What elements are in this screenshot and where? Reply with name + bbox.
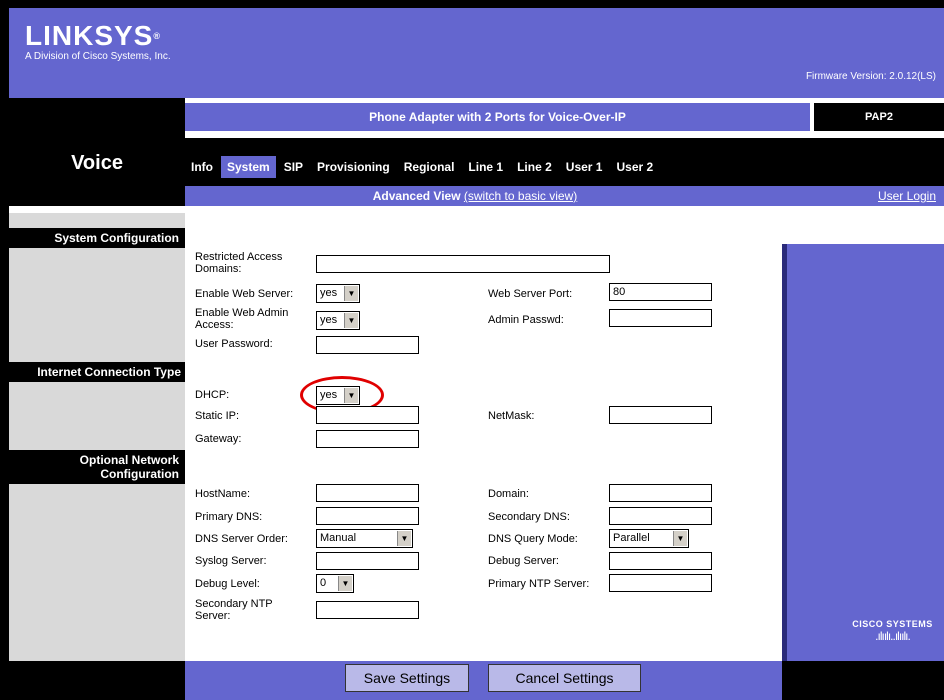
- primary-dns-input[interactable]: [316, 507, 419, 525]
- web-server-port-label: Web Server Port:: [488, 288, 573, 300]
- section-internet-connection-type: Internet Connection Type: [9, 362, 185, 382]
- restricted-access-label: Restricted Access Domains:: [195, 251, 283, 275]
- netmask-label: NetMask:: [488, 410, 535, 422]
- tab-sip[interactable]: SIP: [278, 156, 309, 178]
- tab-system[interactable]: System: [221, 156, 276, 178]
- tab-line-1[interactable]: Line 1: [462, 156, 509, 178]
- linksys-logo: LINKSYS® A Division of Cisco Systems, In…: [25, 20, 171, 63]
- left-sidebar: [9, 213, 185, 661]
- save-settings-button[interactable]: Save Settings: [345, 664, 469, 692]
- user-login-link[interactable]: User Login: [878, 189, 936, 203]
- cancel-settings-button[interactable]: Cancel Settings: [488, 664, 641, 692]
- primary-dns-label: Primary DNS:: [195, 511, 263, 523]
- admin-passwd-input[interactable]: [609, 309, 712, 327]
- tab-bar: Info System SIP Provisioning Regional Li…: [185, 138, 944, 186]
- static-ip-label: Static IP:: [195, 410, 240, 422]
- enable-web-server-select[interactable]: yes ▼: [316, 284, 360, 303]
- syslog-server-input[interactable]: [316, 552, 419, 570]
- netmask-input[interactable]: [609, 406, 712, 424]
- gateway-label: Gateway:: [195, 433, 242, 445]
- admin-passwd-label: Admin Passwd:: [488, 314, 564, 326]
- product-name: Phone Adapter with 2 Ports for Voice-Ove…: [185, 103, 810, 131]
- hostname-label: HostName:: [195, 488, 251, 500]
- dns-query-mode-select[interactable]: Parallel ▼: [609, 529, 689, 548]
- secondary-dns-input[interactable]: [609, 507, 712, 525]
- debug-level-select[interactable]: 0 ▼: [316, 574, 354, 593]
- brand-tagline: A Division of Cisco Systems, Inc.: [25, 51, 171, 62]
- dhcp-label: DHCP:: [195, 389, 230, 401]
- enable-web-admin-select[interactable]: yes ▼: [316, 311, 360, 330]
- tab-regional[interactable]: Regional: [398, 156, 461, 178]
- dropdown-arrow-icon: ▼: [397, 531, 411, 546]
- dropdown-arrow-icon: ▼: [344, 313, 358, 328]
- firmware-version: Firmware Version: 2.0.12(LS): [805, 71, 936, 82]
- current-view-label: Advanced View: [372, 189, 461, 203]
- enable-web-admin-label: Enable Web Admin Access:: [195, 307, 289, 331]
- section-title-block: Voice: [9, 98, 185, 206]
- model-name: PAP2: [814, 103, 944, 131]
- secondary-ntp-server-label: Secondary NTP Server:: [195, 598, 273, 622]
- static-ip-input[interactable]: [316, 406, 419, 424]
- tab-provisioning[interactable]: Provisioning: [311, 156, 396, 178]
- tab-user-2[interactable]: User 2: [610, 156, 659, 178]
- syslog-server-label: Syslog Server:: [195, 555, 267, 567]
- section-system-configuration: System Configuration: [9, 228, 185, 248]
- dropdown-arrow-icon: ▼: [344, 286, 358, 301]
- header-band: LINKSYS® A Division of Cisco Systems, In…: [9, 8, 944, 98]
- debug-server-input[interactable]: [609, 552, 712, 570]
- right-panel: [782, 244, 944, 661]
- user-password-label: User Password:: [195, 338, 273, 350]
- gateway-input[interactable]: [316, 430, 419, 448]
- web-server-port-input[interactable]: [609, 283, 712, 301]
- hostname-input[interactable]: [316, 484, 419, 502]
- secondary-ntp-server-input[interactable]: [316, 601, 419, 619]
- dns-server-order-select[interactable]: Manual ▼: [316, 529, 413, 548]
- tab-line-2[interactable]: Line 2: [511, 156, 558, 178]
- switch-view-link[interactable]: (switch to basic view): [464, 189, 577, 203]
- debug-level-label: Debug Level:: [195, 578, 260, 590]
- primary-ntp-server-input[interactable]: [609, 574, 712, 592]
- cisco-logo-icon: CISCO SYSTEMS .ılıılı..ılıılı.: [852, 619, 933, 643]
- debug-server-label: Debug Server:: [488, 555, 559, 567]
- page-frame: LINKSYS® A Division of Cisco Systems, In…: [9, 8, 944, 700]
- dns-query-mode-label: DNS Query Mode:: [488, 533, 578, 545]
- primary-ntp-server-label: Primary NTP Server:: [488, 578, 590, 590]
- secondary-dns-label: Secondary DNS:: [488, 511, 570, 523]
- tab-info[interactable]: Info: [185, 156, 219, 178]
- dns-server-order-label: DNS Server Order:: [195, 533, 288, 545]
- tab-user-1[interactable]: User 1: [560, 156, 609, 178]
- dropdown-arrow-icon: ▼: [673, 531, 687, 546]
- section-optional-network-configuration: Optional Network Configuration: [9, 450, 185, 484]
- section-title: Voice: [71, 152, 123, 174]
- domain-label: Domain:: [488, 488, 529, 500]
- restricted-access-domains-input[interactable]: [316, 255, 610, 273]
- view-bar: Advanced View (switch to basic view) Use…: [185, 186, 944, 206]
- brand-name: LINKSYS: [25, 20, 154, 51]
- footer-button-area: [185, 661, 782, 700]
- enable-web-server-label: Enable Web Server:: [195, 288, 294, 300]
- domain-input[interactable]: [609, 484, 712, 502]
- user-password-input[interactable]: [316, 336, 419, 354]
- dropdown-arrow-icon: ▼: [338, 576, 352, 591]
